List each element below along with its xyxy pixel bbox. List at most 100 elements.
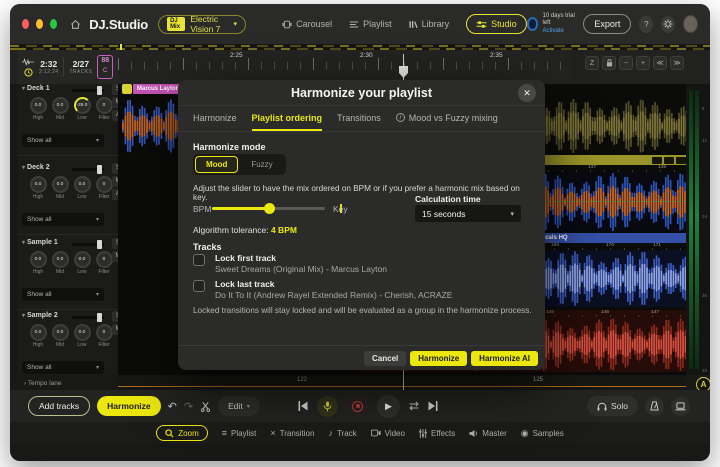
low-knob[interactable]: 0.0Low xyxy=(71,324,93,348)
high-knob[interactable]: 0.0High xyxy=(27,324,49,348)
play-button[interactable]: ▶ xyxy=(377,395,400,418)
sample-2-panel: ▾Sample 2 0.0High 0.0Mid 0.0Low 0Filter … xyxy=(18,309,118,383)
tab-master[interactable]: Master xyxy=(469,429,506,438)
tempo-curve[interactable] xyxy=(118,386,686,387)
magnifier-icon xyxy=(165,429,174,438)
harmonize-button[interactable]: Harmonize xyxy=(410,351,467,366)
harmonize-toolbar-button[interactable]: Harmonize xyxy=(97,396,160,416)
mode-fuzzy-button[interactable]: Fuzzy xyxy=(240,156,283,173)
tab-playlist[interactable]: Playlist xyxy=(349,19,392,29)
zoom-out-button[interactable]: − xyxy=(619,56,633,70)
tempo-lane[interactable]: 122 125 xyxy=(118,375,686,390)
tab-transition[interactable]: ×Transition xyxy=(270,428,314,438)
brand-logo-icon xyxy=(527,17,539,31)
mid-knob[interactable]: 0.0Mid xyxy=(49,251,71,275)
mode-mood-button[interactable]: Mood xyxy=(195,156,238,173)
mix-selector[interactable]: DJ Mix Electric Vision 7 ▾ xyxy=(158,15,246,34)
mode-toggle: Mood Fuzzy xyxy=(193,154,286,175)
gear-icon[interactable] xyxy=(661,16,675,33)
tab-harmonize[interactable]: Harmonize xyxy=(193,106,237,131)
high-knob[interactable]: 0.0High xyxy=(27,176,49,200)
collapse-chevron-icon: ▾ xyxy=(22,86,25,92)
tab-studio[interactable]: Studio xyxy=(466,14,527,34)
undo-icon[interactable]: ↶ xyxy=(168,400,177,413)
deck-volume-slider[interactable] xyxy=(72,89,104,92)
harmonize-ai-button[interactable]: Harmonize AI xyxy=(471,351,538,366)
tab-video[interactable]: Video xyxy=(371,429,405,438)
overview-waveform[interactable] xyxy=(10,45,710,47)
master-bpm: 88 xyxy=(98,56,112,66)
scroll-left-icon[interactable]: ≪ xyxy=(653,56,667,70)
clip-button-3[interactable] xyxy=(676,157,686,164)
edit-menu-button[interactable]: Edit▾ xyxy=(218,396,260,416)
low-knob[interactable]: 0.0Low xyxy=(71,176,93,200)
slider-thumb[interactable] xyxy=(264,203,275,214)
prev-track-icon[interactable] xyxy=(298,401,308,411)
mid-knob[interactable]: 0.0Mid xyxy=(49,176,71,200)
low-knob[interactable]: -28.0Low xyxy=(71,97,93,121)
tab-track[interactable]: ♪Track xyxy=(328,428,356,438)
level-meters: 6 12 24 36 48 xyxy=(686,84,710,375)
zoom-fit-button[interactable]: Z xyxy=(585,56,599,70)
scissors-icon[interactable] xyxy=(200,401,211,412)
deck-volume-slider[interactable] xyxy=(72,243,104,246)
stem-filter-dropdown[interactable]: Show all▾ xyxy=(22,134,104,147)
stem-filter-dropdown[interactable]: Show all▾ xyxy=(22,288,104,301)
lock-icon[interactable] xyxy=(602,56,616,70)
transport-readout: 2:32 2:12:24 2/27 TRACKS 88 C xyxy=(18,50,118,84)
stem-filter-dropdown[interactable]: Show all▾ xyxy=(22,213,104,226)
calculation-time-select[interactable]: 15 seconds ▾ xyxy=(415,205,521,222)
deck-volume-slider[interactable] xyxy=(72,168,104,171)
tab-samples[interactable]: ◉Samples xyxy=(521,428,564,439)
stem-filter-dropdown[interactable]: Show all▾ xyxy=(22,361,104,374)
tolerance-label: Algorithm tolerance: xyxy=(193,225,269,235)
avatar[interactable] xyxy=(683,15,698,33)
traffic-minimize-icon[interactable] xyxy=(36,19,43,29)
tab-playlist-ordering[interactable]: Playlist ordering xyxy=(252,106,323,131)
record-button[interactable] xyxy=(347,396,368,417)
home-icon[interactable] xyxy=(70,19,81,30)
trial-text: 10 days trial left xyxy=(542,13,574,27)
tab-carousel[interactable]: Carousel xyxy=(282,19,332,29)
zoom-in-button[interactable]: + xyxy=(636,56,650,70)
cancel-button[interactable]: Cancel xyxy=(364,351,406,366)
traffic-close-icon[interactable] xyxy=(22,19,29,29)
carousel-icon xyxy=(282,20,292,29)
bpm-key-slider[interactable] xyxy=(212,207,325,210)
mic-icon[interactable] xyxy=(317,396,338,417)
video-camera-icon xyxy=(371,429,381,437)
tab-zoom[interactable]: Zoom xyxy=(156,425,207,441)
deck-volume-slider[interactable] xyxy=(72,316,104,319)
help-icon[interactable]: ? xyxy=(639,16,653,33)
low-knob[interactable]: 0.0Low xyxy=(71,251,93,275)
metronome-icon[interactable] xyxy=(645,397,664,416)
export-button[interactable]: Export xyxy=(583,14,631,34)
tab-effects[interactable]: Effects xyxy=(419,429,455,438)
activate-link[interactable]: Activate xyxy=(542,28,563,34)
high-knob[interactable]: 0.0High xyxy=(27,251,49,275)
solo-button-main[interactable]: Solo xyxy=(587,396,638,416)
next-track-icon[interactable] xyxy=(428,401,438,411)
close-icon[interactable]: ✕ xyxy=(518,84,536,102)
tab-library[interactable]: Library xyxy=(409,19,450,29)
chevron-down-icon: ▾ xyxy=(96,137,99,144)
meter-left xyxy=(689,90,693,369)
repeat-icon[interactable]: ⇄ xyxy=(409,399,419,413)
tab-transitions[interactable]: Transitions xyxy=(337,106,381,131)
traffic-zoom-icon[interactable] xyxy=(50,19,57,29)
lock-first-checkbox[interactable] xyxy=(193,254,205,266)
mid-knob[interactable]: 0.0Mid xyxy=(49,97,71,121)
lock-last-checkbox[interactable] xyxy=(193,280,205,292)
tab-playlist-panel[interactable]: ≡Playlist xyxy=(222,428,257,438)
add-tracks-button[interactable]: Add tracks xyxy=(28,396,90,416)
scroll-right-icon[interactable]: ≫ xyxy=(670,56,684,70)
high-knob[interactable]: 0.0High xyxy=(27,97,49,121)
display-icon[interactable] xyxy=(671,397,690,416)
clip-button-1[interactable] xyxy=(652,157,662,164)
clip-button-2[interactable] xyxy=(664,157,674,164)
tab-mood-vs-fuzzy[interactable]: i Mood vs Fuzzy mixing xyxy=(396,106,498,131)
app-logo: DJ.Studio xyxy=(89,17,148,32)
mid-knob[interactable]: 0.0Mid xyxy=(49,324,71,348)
time-ruler[interactable]: 2:25 2:30 2:35 xyxy=(118,50,570,84)
redo-icon[interactable]: ↷ xyxy=(184,400,193,413)
